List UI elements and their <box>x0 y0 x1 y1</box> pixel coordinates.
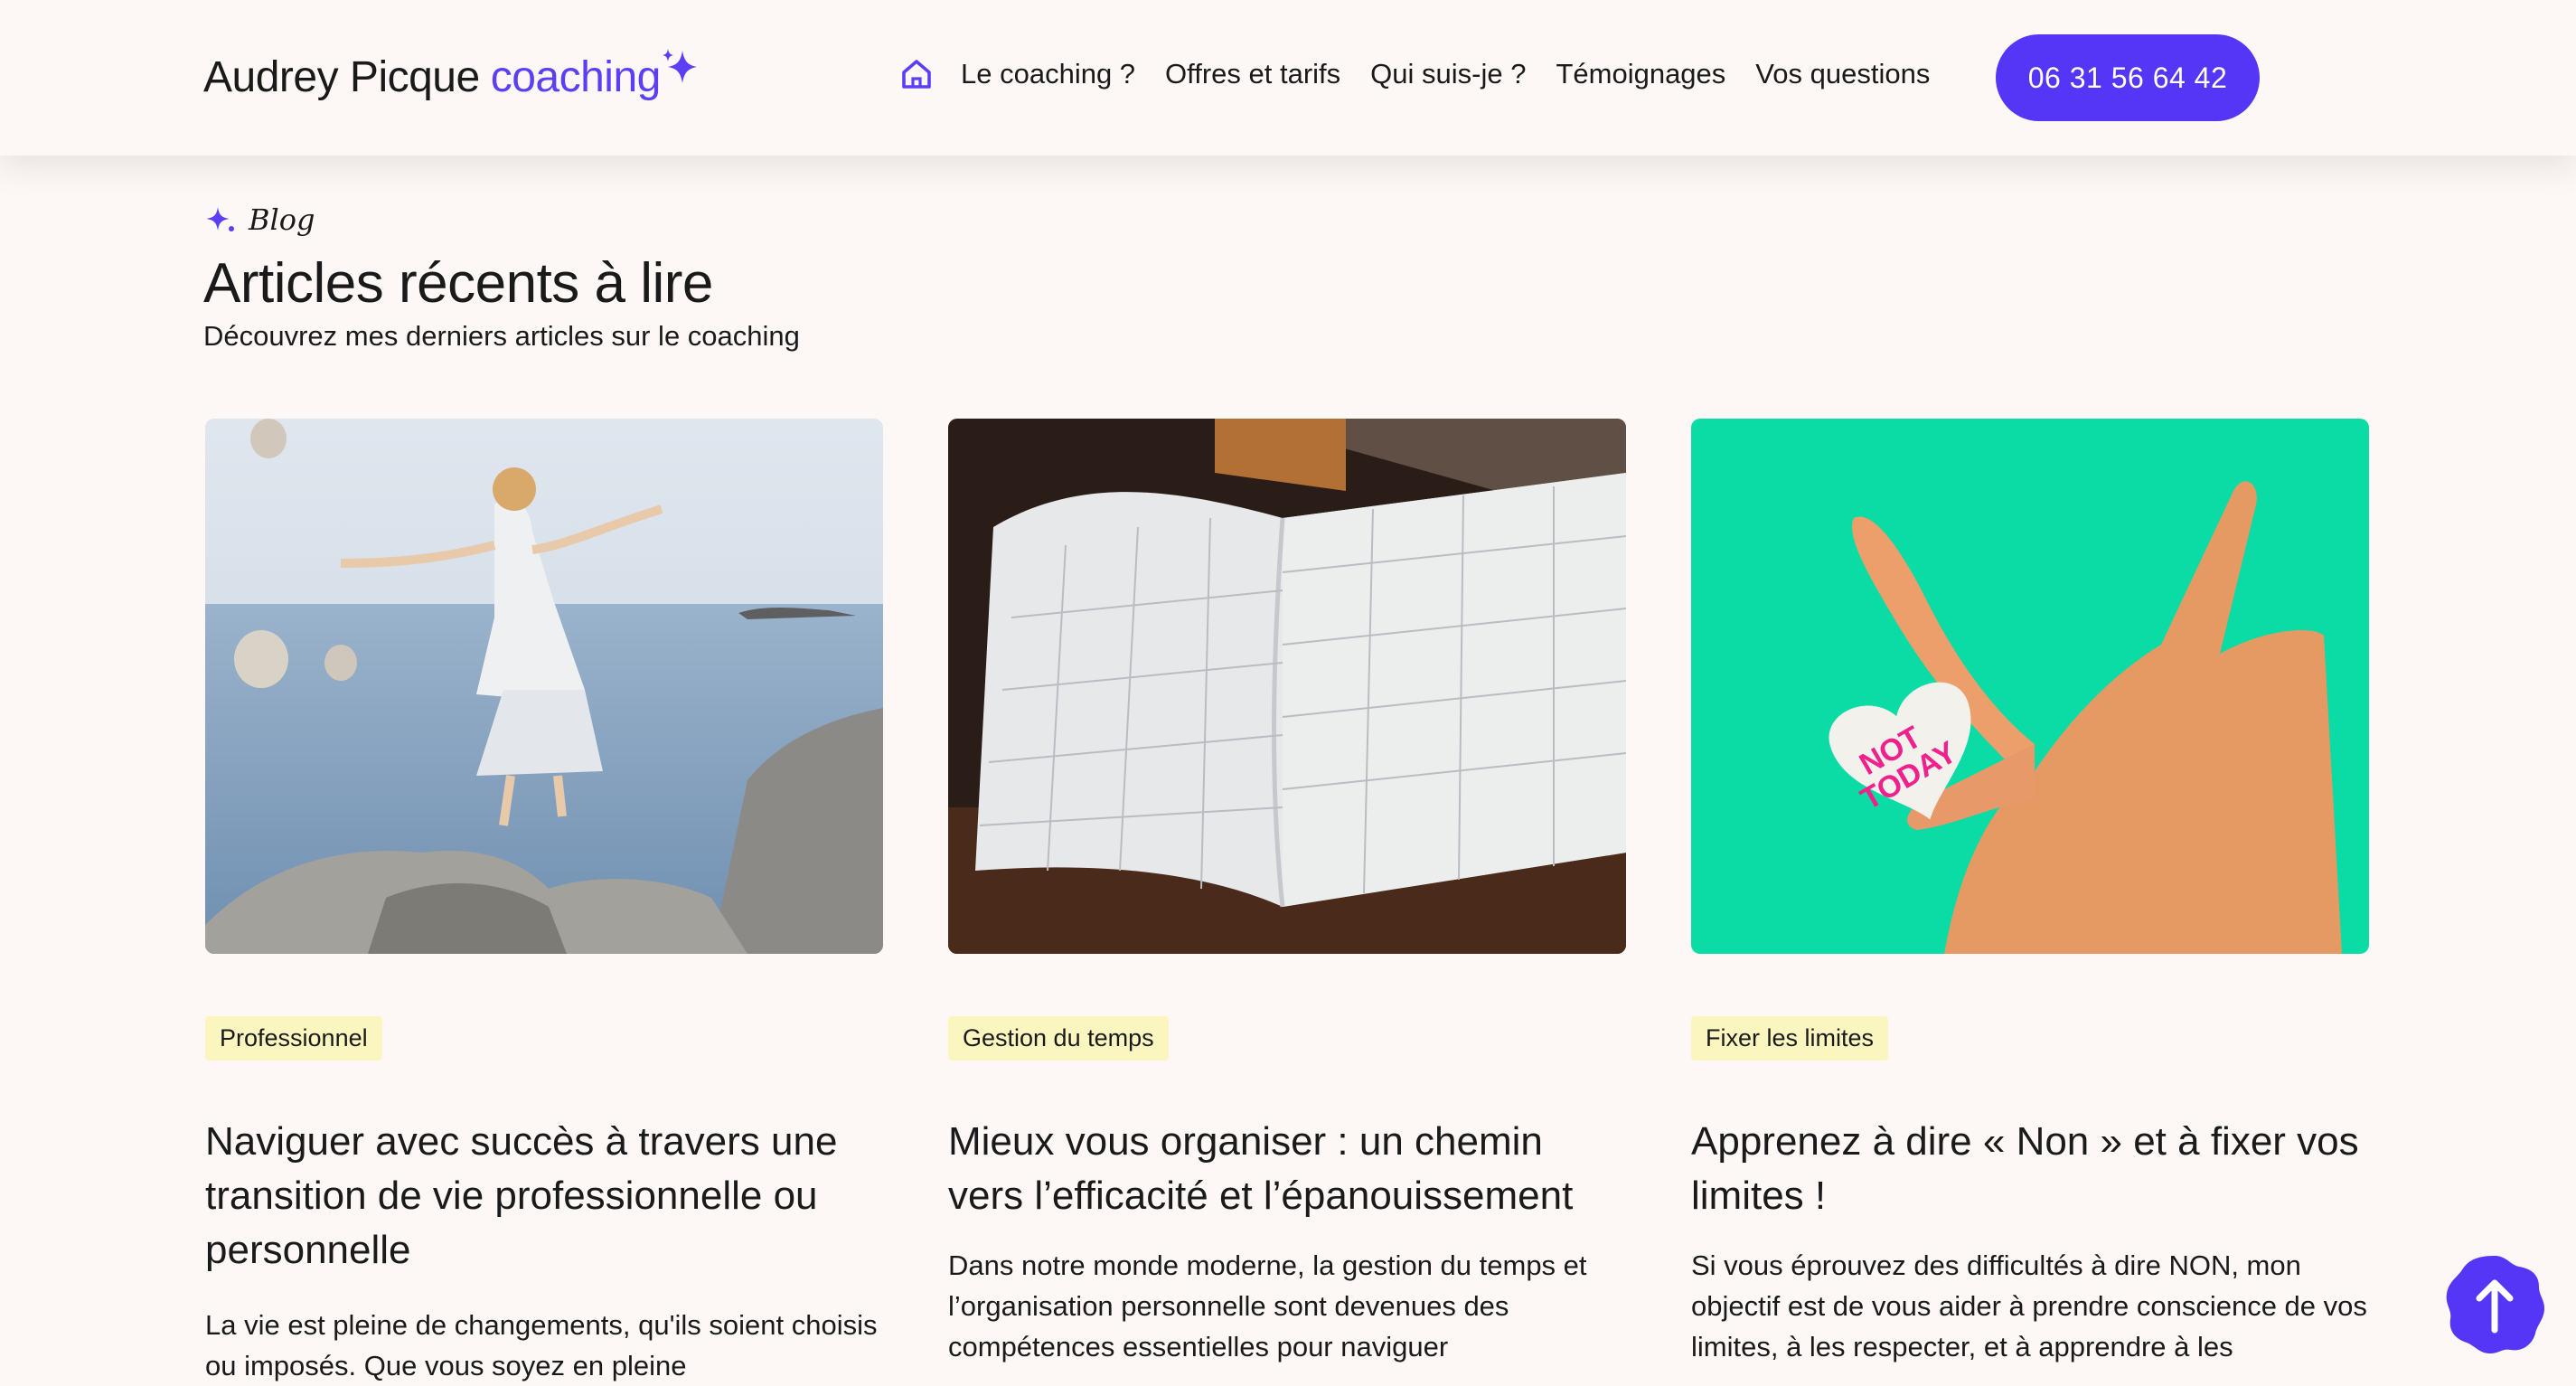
article-image[interactable] <box>205 419 883 954</box>
section-title: Articles récents à lire <box>203 252 713 315</box>
article-title[interactable]: Apprenez à dire « Non » et à fixer vos l… <box>1691 1115 2369 1223</box>
site-logo[interactable]: Audrey Picque coaching <box>203 49 697 116</box>
nav-item-coaching[interactable]: Le coaching ? <box>961 58 1135 90</box>
home-icon[interactable] <box>899 57 934 91</box>
article-title[interactable]: Mieux vous organiser : un chemin vers l’… <box>948 1115 1626 1223</box>
section-eyebrow: Blog <box>203 203 315 237</box>
article-title[interactable]: Naviguer avec succès à travers une trans… <box>205 1115 883 1278</box>
eyebrow-label: Blog <box>249 203 315 237</box>
nav-item-questions[interactable]: Vos questions <box>1755 58 1930 90</box>
article-image[interactable]: NOT TODAY <box>1691 419 2369 954</box>
article-card: Professionnel Naviguer avec succès à tra… <box>205 419 885 1381</box>
article-excerpt: Dans notre monde moderne, la gestion du … <box>948 1249 1587 1362</box>
logo-accent: coaching <box>490 53 662 101</box>
main-nav: Le coaching ? Offres et tarifs Qui suis-… <box>899 56 1960 92</box>
nav-item-offres[interactable]: Offres et tarifs <box>1165 58 1340 90</box>
article-image[interactable] <box>948 419 1626 954</box>
phone-call-button[interactable]: 06 31 56 64 42 <box>1996 34 2260 121</box>
site-header: Audrey Picque coaching Le coaching ? Off… <box>0 0 2576 156</box>
section-subtitle: Découvrez mes derniers articles sur le c… <box>203 320 800 352</box>
article-excerpt: Si vous éprouvez des difficultés à dire … <box>1691 1249 2367 1362</box>
sparkle-icon <box>662 49 697 83</box>
article-excerpt: La vie est pleine de changements, qu'ils… <box>205 1309 878 1381</box>
category-tag[interactable]: Gestion du temps <box>948 1016 1169 1061</box>
nav-item-qui-suis-je[interactable]: Qui suis-je ? <box>1370 58 1526 90</box>
nav-item-temoignages[interactable]: Témoignages <box>1556 58 1725 90</box>
category-tag[interactable]: Fixer les limites <box>1691 1016 1889 1061</box>
back-to-top-button[interactable] <box>2443 1252 2547 1356</box>
category-tag[interactable]: Professionnel <box>205 1016 382 1061</box>
article-card: Gestion du temps Mieux vous organiser : … <box>948 419 1628 1362</box>
article-card: NOT TODAY Fixer les limites Apprenez à d… <box>1691 419 2371 1362</box>
logo-name: Audrey Picque <box>203 53 480 101</box>
sparkle-icon <box>206 207 234 231</box>
